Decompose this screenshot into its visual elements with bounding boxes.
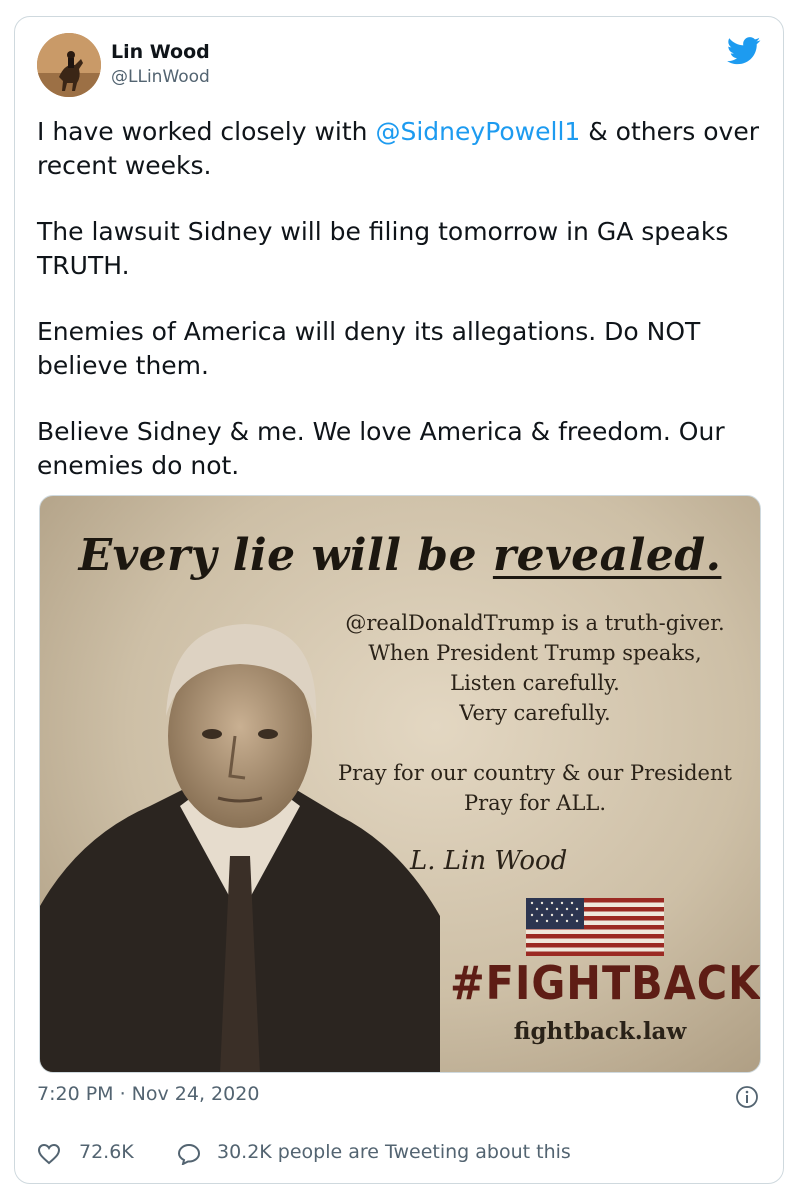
image-site: fightback.law bbox=[513, 1018, 687, 1045]
us-flag-icon bbox=[526, 898, 664, 956]
info-icon[interactable] bbox=[735, 1085, 759, 1109]
avatar[interactable] bbox=[37, 33, 101, 97]
like-count[interactable]: 72.6K bbox=[79, 1141, 134, 1163]
tweet-image[interactable]: Every lie will be revealed. @realDonaldT… bbox=[39, 495, 761, 1073]
tweet-paragraph: Believe Sidney & me. We love America & f… bbox=[37, 417, 725, 480]
signature: L. Lin Wood bbox=[410, 846, 568, 876]
image-headline: Every lie will be revealed. bbox=[40, 530, 760, 581]
image-hashtag: #FIGHTBACK bbox=[450, 956, 761, 1010]
tweet-card: Lin Wood @LLinWood I have worked closely… bbox=[14, 16, 784, 1184]
image-line: @realDonaldTrump is a truth-giver. bbox=[345, 611, 725, 635]
image-line: Pray for ALL. bbox=[463, 791, 607, 815]
mention-link[interactable]: @SidneyPowell1 bbox=[375, 117, 580, 146]
image-line: Pray for our country & our President bbox=[338, 761, 732, 785]
tweet-text: I have worked closely with @SidneyPowell… bbox=[37, 115, 767, 515]
user-handle[interactable]: @LLinWood bbox=[111, 67, 210, 87]
image-line: Listen carefully. bbox=[450, 671, 620, 695]
tweet-paragraph: I have worked closely with @SidneyPowell… bbox=[37, 115, 767, 183]
tweet-paragraph: The lawsuit Sidney will be filing tomorr… bbox=[37, 217, 729, 280]
heart-icon[interactable] bbox=[37, 1143, 61, 1165]
twitter-logo-icon[interactable] bbox=[727, 37, 761, 65]
image-line: When President Trump speaks, bbox=[368, 641, 702, 665]
image-body-text: @realDonaldTrump is a truth-giver. When … bbox=[310, 608, 760, 818]
avatar-image bbox=[37, 33, 101, 97]
tweet-text-segment: I have worked closely with bbox=[37, 117, 376, 146]
talking-about-link[interactable]: 30.2K people are Tweeting about this bbox=[217, 1141, 571, 1163]
image-line: Very carefully. bbox=[459, 701, 611, 725]
engagement-bar: 72.6K 30.2K people are Tweeting about th… bbox=[37, 1141, 757, 1169]
timestamp[interactable]: 7:20 PM · Nov 24, 2020 bbox=[37, 1083, 259, 1105]
headline-part: Every lie will be bbox=[78, 530, 493, 581]
tweet-paragraph: Enemies of America will deny its allegat… bbox=[37, 317, 701, 380]
reply-bubble-icon[interactable] bbox=[177, 1143, 201, 1165]
headline-underlined: revealed. bbox=[492, 530, 722, 581]
display-name[interactable]: Lin Wood bbox=[111, 41, 210, 63]
